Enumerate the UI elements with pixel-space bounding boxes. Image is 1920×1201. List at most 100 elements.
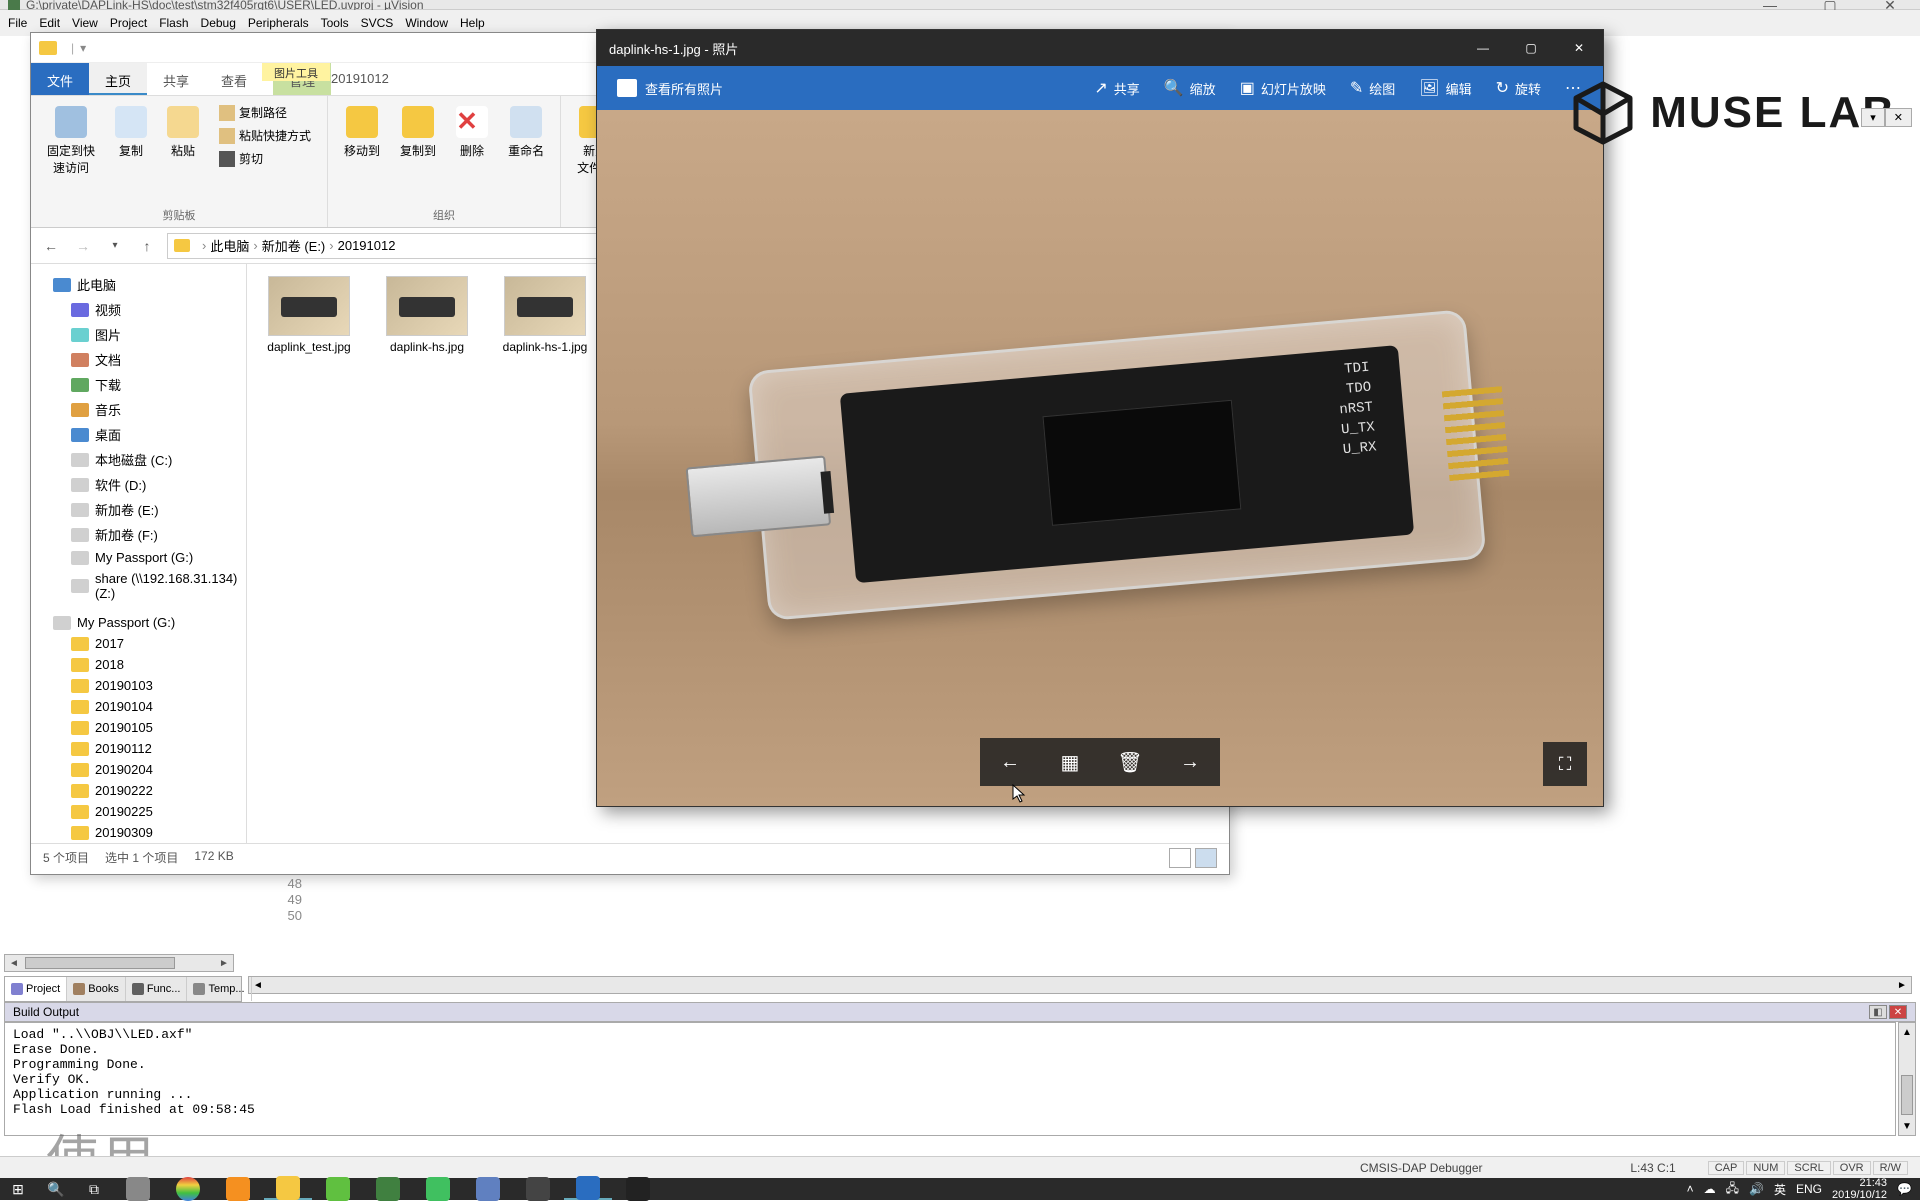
search-button[interactable]: 🔍 — [38, 1178, 74, 1200]
taskbar-app[interactable] — [414, 1178, 462, 1200]
prev-photo-button[interactable]: ← — [986, 738, 1034, 786]
back-button[interactable]: ← — [39, 234, 63, 258]
forward-button[interactable]: → — [71, 234, 95, 258]
file-item[interactable]: daplink-hs.jpg — [377, 276, 477, 354]
up-button[interactable]: ↑ — [135, 234, 159, 258]
delete-photo-button[interactable]: 🗑 — [1106, 738, 1154, 786]
next-photo-button[interactable]: → — [1166, 738, 1214, 786]
notifications-button[interactable]: 💬 — [1897, 1182, 1912, 1196]
menu-edit[interactable]: Edit — [39, 16, 60, 30]
menu-svcs[interactable]: SVCS — [361, 16, 394, 30]
gallery-button[interactable]: ▦ — [1046, 738, 1094, 786]
view-all-photos-button[interactable]: 查看所有照片 — [609, 75, 731, 102]
scroll-left-icon[interactable]: ◄ — [5, 955, 23, 971]
menu-window[interactable]: Window — [405, 16, 448, 30]
taskbar-app[interactable] — [614, 1178, 662, 1200]
minimize-button[interactable]: — — [1740, 0, 1800, 10]
taskbar-app[interactable] — [314, 1178, 362, 1200]
nav-downloads[interactable]: 下载 — [31, 372, 246, 397]
menu-view[interactable]: View — [72, 16, 98, 30]
menu-flash[interactable]: Flash — [159, 16, 188, 30]
menu-peripherals[interactable]: Peripherals — [248, 16, 309, 30]
minimize-button[interactable]: — — [1459, 30, 1507, 66]
nav-folder[interactable]: 20190112 — [31, 738, 246, 759]
slideshow-button[interactable]: ▣幻灯片放映 — [1230, 72, 1336, 104]
nav-documents[interactable]: 文档 — [31, 347, 246, 372]
taskbar-photos[interactable] — [564, 1178, 612, 1200]
edit-button[interactable]: 🖼编辑 — [1409, 72, 1481, 104]
moveto-button[interactable]: 移动到 — [340, 102, 384, 163]
nav-drive-e[interactable]: 新加卷 (E:) — [31, 497, 246, 522]
nav-folder[interactable]: 20190105 — [31, 717, 246, 738]
nav-folder[interactable]: 20190225 — [31, 801, 246, 822]
nav-folder[interactable]: 20190204 — [31, 759, 246, 780]
nav-music[interactable]: 音乐 — [31, 397, 246, 422]
nav-folder[interactable]: 20190222 — [31, 780, 246, 801]
taskbar-app[interactable] — [364, 1178, 412, 1200]
tray-icon[interactable]: ☁ — [1704, 1182, 1716, 1196]
tray-ime[interactable]: 英 — [1774, 1181, 1786, 1198]
zoom-button[interactable]: 🔍缩放 — [1154, 72, 1226, 104]
pin-button[interactable]: 固定到快 速访问 — [43, 102, 99, 180]
view-details-button[interactable] — [1169, 848, 1191, 868]
copy-path-button[interactable]: 复制路径 — [215, 102, 315, 123]
recent-dropdown[interactable]: ▾ — [103, 234, 127, 258]
editor-hscroll[interactable]: ◄ ► — [248, 976, 1912, 994]
taskbar-app[interactable] — [514, 1178, 562, 1200]
build-output-vscroll[interactable]: ▲ ▼ — [1898, 1022, 1916, 1136]
tray-volume-icon[interactable]: 🔊 — [1749, 1182, 1764, 1196]
menu-help[interactable]: Help — [460, 16, 485, 30]
draw-button[interactable]: ✎绘图 — [1340, 72, 1405, 104]
tab-share[interactable]: 共享 — [147, 63, 205, 95]
nav-folder[interactable]: 20190309 — [31, 822, 246, 843]
close-button[interactable]: ✕ — [1860, 0, 1920, 10]
qat-dropdown-icon[interactable]: ▾ — [80, 41, 86, 55]
taskbar-app[interactable] — [214, 1178, 262, 1200]
project-tab[interactable]: Project — [5, 977, 67, 1001]
scroll-right-icon[interactable]: ► — [215, 955, 233, 971]
scroll-left-icon[interactable]: ◄ — [249, 977, 267, 993]
breadcrumb-seg[interactable]: 新加卷 (E:) — [262, 236, 326, 255]
tray-icon[interactable]: 🖧 — [1726, 1179, 1739, 1200]
scroll-down-icon[interactable]: ▼ — [1899, 1117, 1915, 1135]
tab-view[interactable]: 查看 — [205, 63, 263, 95]
project-hscroll[interactable]: ◄ ► — [4, 954, 234, 972]
build-output-titlebar[interactable]: Build Output ◧ ✕ — [4, 1002, 1916, 1022]
build-output[interactable]: Load "..\\OBJ\\LED.axf" Erase Done. Prog… — [4, 1022, 1896, 1136]
menu-tools[interactable]: Tools — [321, 16, 349, 30]
taskbar-explorer[interactable] — [264, 1178, 312, 1200]
maximize-button[interactable]: ▢ — [1507, 30, 1555, 66]
maximize-button[interactable]: ▢ — [1800, 0, 1860, 10]
menu-project[interactable]: Project — [110, 16, 147, 30]
task-view-button[interactable]: ⧉ — [76, 1178, 112, 1200]
menu-debug[interactable]: Debug — [201, 16, 236, 30]
nav-passport-expanded[interactable]: My Passport (G:) — [31, 612, 246, 633]
menu-file[interactable]: File — [8, 16, 27, 30]
tab-home[interactable]: 主页 — [89, 63, 147, 95]
photos-titlebar[interactable]: daplink-hs-1.jpg - 照片 — ▢ ✕ — [597, 30, 1603, 66]
nav-drive-c[interactable]: 本地磁盘 (C:) — [31, 447, 246, 472]
tab-file[interactable]: 文件 — [31, 63, 89, 95]
nav-this-pc[interactable]: 此电脑 — [31, 272, 246, 297]
editor-tab-close[interactable]: ✕ — [1885, 108, 1912, 127]
nav-desktop[interactable]: 桌面 — [31, 422, 246, 447]
tray-lang[interactable]: ENG — [1796, 1182, 1822, 1196]
photo-viewport[interactable]: TDI TDO nRST U_TX U_RX ← ▦ 🗑 → ⛶ — [597, 110, 1603, 806]
nav-folder[interactable]: 20190103 — [31, 675, 246, 696]
view-icons-button[interactable] — [1195, 848, 1217, 868]
paste-button[interactable]: 粘贴 — [163, 102, 203, 180]
nav-folder[interactable]: 20190104 — [31, 696, 246, 717]
nav-drive-f[interactable]: 新加卷 (F:) — [31, 522, 246, 547]
taskbar-app[interactable] — [464, 1178, 512, 1200]
delete-button[interactable]: ✕删除 — [452, 102, 492, 163]
nav-videos[interactable]: 视频 — [31, 297, 246, 322]
share-button[interactable]: ↗共享 — [1084, 72, 1149, 104]
rotate-button[interactable]: ↻旋转 — [1486, 72, 1551, 104]
start-button[interactable]: ⊞ — [0, 1178, 36, 1200]
nav-pictures[interactable]: 图片 — [31, 322, 246, 347]
rename-button[interactable]: 重命名 — [504, 102, 548, 163]
templates-tab[interactable]: Temp... — [187, 977, 251, 1001]
pane-close-button[interactable]: ✕ — [1889, 1005, 1907, 1019]
pane-pin-button[interactable]: ◧ — [1869, 1005, 1887, 1019]
editor-tab-dropdown[interactable]: ▾ — [1861, 108, 1885, 127]
